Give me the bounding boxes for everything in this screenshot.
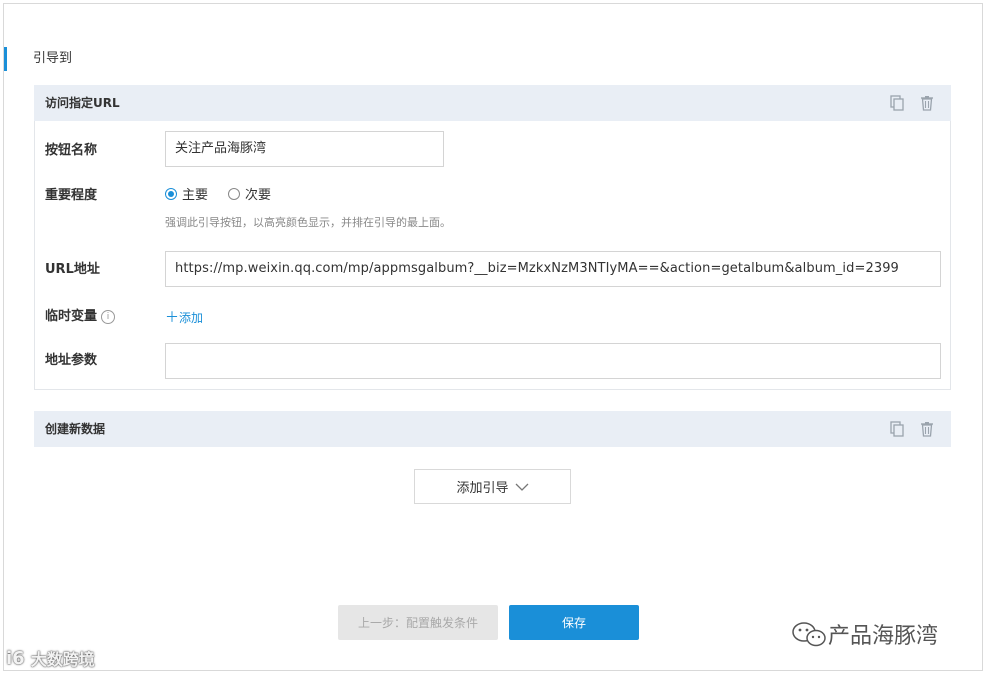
wechat-icon: [792, 622, 826, 647]
add-temp-var-label: 添加: [179, 311, 204, 325]
url-input[interactable]: https://mp.weixin.qq.com/mp/appmsgalbum?…: [165, 251, 941, 287]
radio-primary[interactable]: 主要: [165, 184, 208, 203]
add-temp-var-link[interactable]: ＋添加: [165, 307, 203, 327]
url-label: URL地址: [45, 262, 100, 277]
temp-var-label-text: 临时变量: [45, 309, 98, 324]
section-title: 引导到: [4, 47, 72, 71]
card-title: 访问指定URL: [45, 96, 120, 110]
plus-icon: ＋: [165, 310, 179, 326]
chevron-down-icon: [515, 483, 528, 491]
card-header-visit-url: 访问指定URL: [34, 85, 951, 121]
trash-icon[interactable]: [918, 420, 936, 438]
addr-params-label: 地址参数: [45, 353, 98, 368]
add-guide-label: 添加引导: [456, 481, 509, 496]
watermark-left-text: 大数跨境: [30, 650, 95, 669]
radio-primary-label: 主要: [182, 188, 209, 203]
watermark-left-prefix: i6: [6, 647, 25, 669]
watermark-left: i6 大数跨境: [6, 646, 95, 670]
save-button[interactable]: 保存: [509, 605, 639, 640]
copy-icon[interactable]: [888, 94, 906, 112]
watermark-right: 产品海豚湾: [790, 618, 938, 650]
card-body-visit-url: 按钮名称 关注产品海豚湾 重要程度 主要 次要 强调此引导按钮，以高亮颜色显示，…: [34, 121, 951, 390]
radio-secondary[interactable]: 次要: [228, 184, 271, 203]
importance-label: 重要程度: [45, 188, 98, 203]
card-title: 创建新数据: [45, 422, 106, 436]
radio-primary-circle[interactable]: [165, 187, 177, 200]
importance-hint: 强调此引导按钮，以高亮颜色显示，并排在引导的最上面。: [165, 216, 451, 229]
addr-params-input[interactable]: [165, 343, 941, 379]
info-icon[interactable]: i: [101, 310, 116, 324]
add-guide-button[interactable]: 添加引导: [414, 469, 571, 504]
button-name-input[interactable]: 关注产品海豚湾: [165, 131, 444, 167]
trash-icon[interactable]: [918, 94, 936, 112]
copy-icon[interactable]: [888, 420, 906, 438]
radio-secondary-circle[interactable]: [228, 187, 240, 200]
card-header-create-data: 创建新数据: [34, 411, 951, 447]
prev-step-button[interactable]: 上一步：配置触发条件: [338, 605, 498, 640]
temp-var-label: 临时变量 i: [45, 305, 116, 324]
watermark-right-text: 产品海豚湾: [828, 624, 939, 649]
radio-secondary-label: 次要: [245, 188, 272, 203]
button-name-label: 按钮名称: [45, 143, 98, 158]
